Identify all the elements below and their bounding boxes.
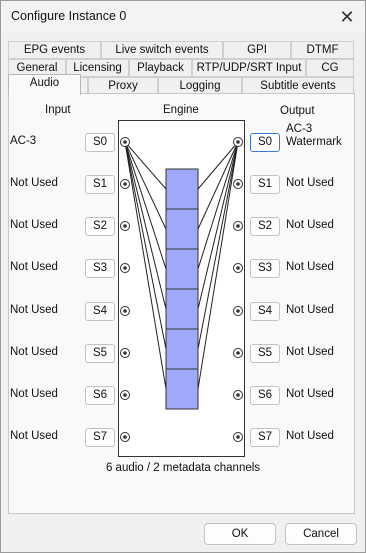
output-label: Not Used <box>286 388 334 400</box>
input-label: Not Used <box>10 177 58 189</box>
tab-gpi[interactable]: GPI <box>223 41 291 59</box>
output-source-button[interactable]: S5 <box>250 344 280 363</box>
window-title: Configure Instance 0 <box>11 9 127 23</box>
output-source-button[interactable]: S2 <box>250 217 280 236</box>
output-label: AC-3 Watermark <box>286 123 342 148</box>
tab-epg-events[interactable]: EPG events <box>8 41 101 59</box>
output-label: Not Used <box>286 304 334 316</box>
input-source-button[interactable]: S5 <box>85 344 115 363</box>
output-label: Not Used <box>286 177 334 189</box>
engine-header: Engine <box>163 104 199 116</box>
input-source-button[interactable]: S6 <box>85 386 115 405</box>
tab-rtp-udp-srt-input[interactable]: RTP/UDP/SRT Input <box>192 59 306 77</box>
output-label: Not Used <box>286 261 334 273</box>
input-source-button[interactable]: S1 <box>85 175 115 194</box>
output-source-button[interactable]: S7 <box>250 428 280 447</box>
title-bar: Configure Instance 0 ✕ <box>1 1 365 33</box>
cancel-button[interactable]: Cancel <box>285 523 357 545</box>
input-label: Not Used <box>10 346 58 358</box>
input-source-button[interactable]: S3 <box>85 259 115 278</box>
output-source-button[interactable]: S6 <box>250 386 280 405</box>
output-label: Not Used <box>286 346 334 358</box>
output-header: Output <box>280 105 315 117</box>
tab-audio[interactable]: Audio <box>8 74 81 95</box>
input-source-button[interactable]: S2 <box>85 217 115 236</box>
ok-button[interactable]: OK <box>204 523 276 545</box>
input-label: Not Used <box>10 304 58 316</box>
input-header: Input <box>45 104 71 116</box>
input-label: Not Used <box>10 261 58 273</box>
input-source-button[interactable]: S0 <box>85 133 115 152</box>
output-source-button[interactable]: S0 <box>250 133 280 152</box>
output-source-button[interactable]: S3 <box>250 259 280 278</box>
engine-box <box>118 120 245 457</box>
tab-dtmf[interactable]: DTMF <box>291 41 354 59</box>
output-label: Not Used <box>286 430 334 442</box>
output-source-button[interactable]: S4 <box>250 302 280 321</box>
tab-cg[interactable]: CG <box>306 59 354 77</box>
input-label: Not Used <box>10 219 58 231</box>
output-label: Not Used <box>286 219 334 231</box>
close-icon[interactable]: ✕ <box>335 5 359 29</box>
channels-summary: 6 audio / 2 metadata channels <box>105 462 261 474</box>
input-label: Not Used <box>10 388 58 400</box>
input-source-button[interactable]: S7 <box>85 428 115 447</box>
input-source-button[interactable]: S4 <box>85 302 115 321</box>
input-label: Not Used <box>10 430 58 442</box>
tab-live-switch-events[interactable]: Live switch events <box>101 41 223 59</box>
tab-playback[interactable]: Playback <box>129 59 192 77</box>
input-label: AC-3 <box>10 135 37 147</box>
output-source-button[interactable]: S1 <box>250 175 280 194</box>
